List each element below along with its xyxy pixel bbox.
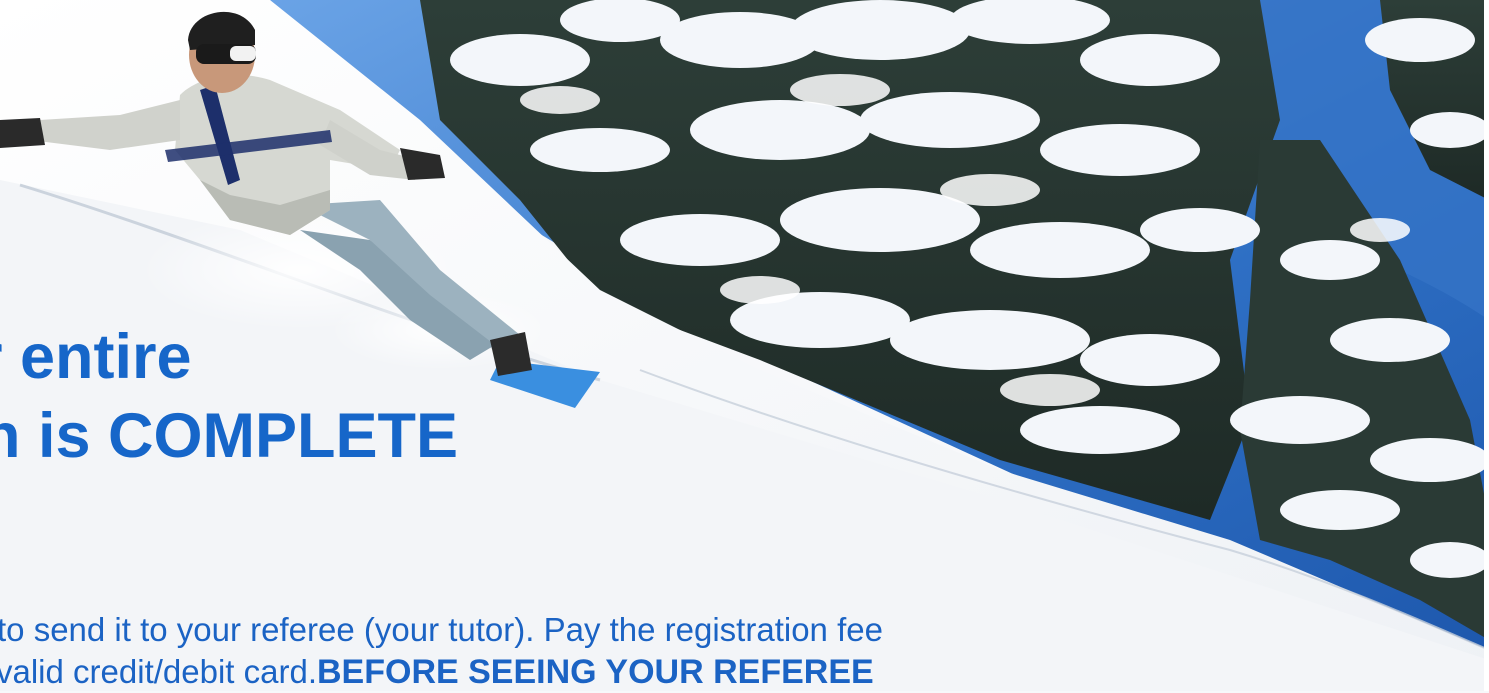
instruction-line-2-regular: valid credit/debit card. [0,653,317,690]
headline-line-2: n is COMPLETE [0,401,459,471]
headline-line-1: r entire [0,322,192,392]
instruction-text: to send it to your referee (your tutor).… [0,609,883,693]
instruction-line-2-bold: BEFORE SEEING YOUR REFEREE [317,653,874,691]
instruction-line-1: to send it to your referee (your tutor).… [0,611,883,648]
instruction-line-2: valid credit/debit card.BEFORE SEEING YO… [0,651,883,693]
headline: r entire n is COMPLETE [0,318,458,476]
